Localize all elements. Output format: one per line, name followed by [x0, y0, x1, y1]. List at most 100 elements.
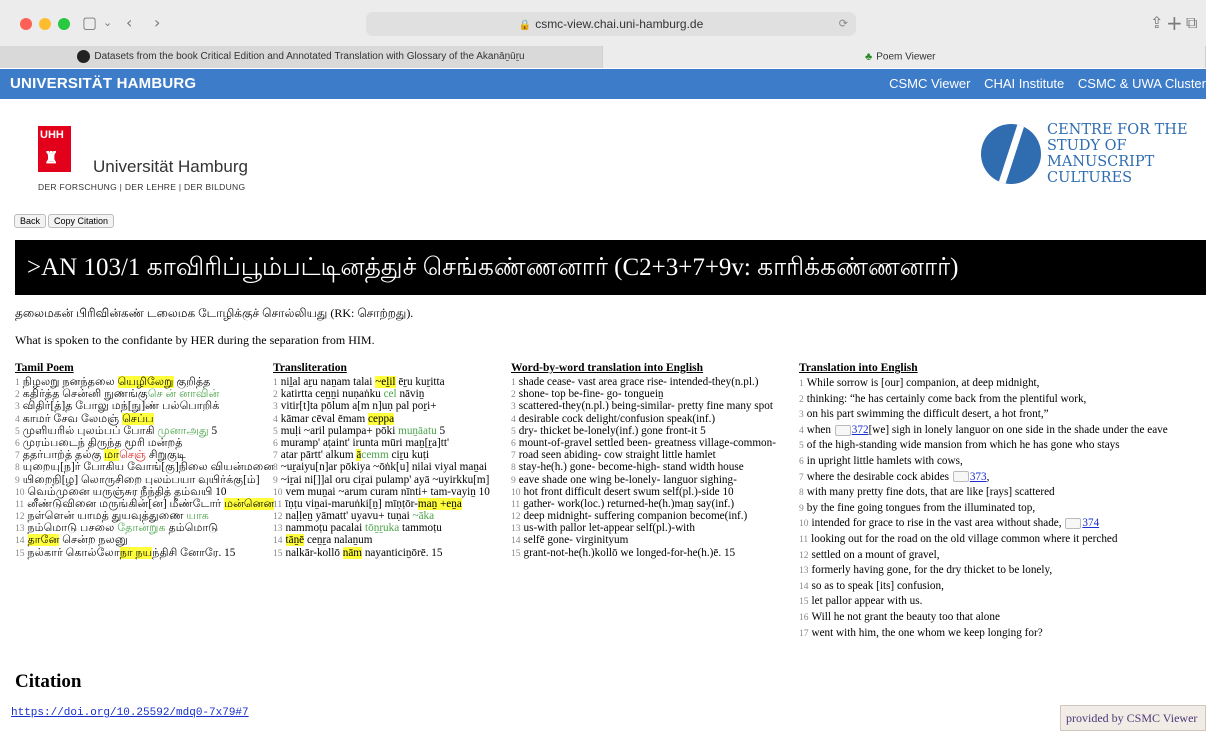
new-tab-icon[interactable]: +: [1166, 11, 1183, 35]
variant-word[interactable]: cemm: [361, 449, 388, 461]
brand-title[interactable]: UNIVERSITÄT HAMBURG: [10, 75, 196, 92]
highlighted-word[interactable]: மா: [104, 449, 120, 462]
line-number: 12: [273, 512, 283, 523]
variant-word[interactable]: செ ன் னாவின்: [148, 388, 220, 400]
translit-line: 7 atar pārtt' alkum ācemm ciṟu kuṭi: [273, 449, 513, 462]
line-number: 2: [799, 394, 804, 405]
copy-citation-button[interactable]: Copy Citation: [48, 214, 115, 228]
highlighted-word[interactable]: maṉ +eṉa: [417, 497, 462, 510]
line-text: dry- thicket be-lonely(inf.) gone front-…: [518, 424, 706, 437]
highlighted-word[interactable]: ceppa: [368, 412, 395, 425]
variant-word[interactable]: cel: [384, 388, 397, 400]
address-bar[interactable]: 🔒 csmc-view.chai.uni-hamburg.de ⟳: [366, 12, 856, 36]
tamil-column: Tamil Poem 1 நிழலறு நனந்தலை யெழிலேறு குறி…: [15, 362, 280, 559]
close-window-button[interactable]: [20, 18, 32, 30]
line-text: nāviṉ: [396, 388, 425, 401]
line-text: muḷi ~aril pulampa+ pōki: [280, 424, 399, 437]
note-link[interactable]: 372: [852, 424, 869, 436]
variant-word-red[interactable]: செஞ்: [119, 449, 146, 461]
line-text: காமர் சேவ லேமஞ்: [22, 412, 123, 425]
tab-overview-icon[interactable]: ⧉: [1186, 11, 1197, 35]
sidebar-icon[interactable]: ▢: [82, 11, 97, 35]
share-icon[interactable]: ⇪: [1150, 11, 1163, 35]
line-number: 12: [511, 512, 521, 523]
translit-line: 15 nalkār-kollō nām nayanticiṉōrē. 15: [273, 546, 513, 559]
highlighted-word[interactable]: செப்ப: [122, 412, 154, 425]
line-number: 12: [799, 550, 809, 561]
tamil-line: 15 நல்கார் கொல்லோநா நயந்திசி னோரே. 15: [15, 546, 280, 559]
reload-icon[interactable]: ⟳: [839, 12, 848, 36]
line-text: ceṉṟa nalaṉum: [304, 534, 373, 547]
wbw-lines: 1 shade cease- vast area grace rise- inte…: [511, 376, 801, 559]
wbw-line: 11 gather- work(loc.) returned-he(h.)maṉ …: [511, 498, 801, 510]
variant-word[interactable]: யாக: [186, 510, 209, 522]
doi-link[interactable]: https://doi.org/10.25592/mdq0-7x79#7: [11, 707, 249, 719]
wbw-line: 5 dry- thicket be-lonely(inf.) gone front…: [511, 425, 801, 437]
highlighted-word[interactable]: nām: [342, 546, 363, 559]
note-icon[interactable]: [952, 471, 969, 483]
highlighted-word[interactable]: யெழிலேறு: [117, 376, 174, 388]
variant-word[interactable]: தோன்றுக: [117, 522, 165, 534]
wbw-line: 3 scattered-they(n.pl.) being-similar- pr…: [511, 400, 801, 412]
line-text: வெம்முனை யருஞ்சுர நீந்தித் தம்வயி 10: [27, 485, 227, 498]
wbw-line: 14 selfē gone- virginityum: [511, 534, 801, 546]
uhh-logo[interactable]: UHH ♜ Universität Hamburg DER FORSCHUNG |…: [38, 126, 248, 192]
note-link[interactable]: 374: [1082, 517, 1099, 529]
line-text: formerly having gone, for the dry thicke…: [811, 564, 1053, 577]
line-text: intended for grace to rise in the vast a…: [811, 517, 1065, 530]
lock-icon: 🔒: [518, 20, 532, 31]
note-icon[interactable]: [834, 424, 851, 436]
line-text: us-with pallor let-appear self(pl.)-with: [523, 522, 695, 535]
translit-line: 10 vem muṉai ~arum curam nīnti+ tam-vayiṉ…: [273, 486, 513, 498]
line-number: 3: [511, 402, 516, 413]
note-link[interactable]: 373: [970, 471, 987, 483]
line-number: 14: [273, 536, 283, 547]
tab-poem-viewer[interactable]: ♣ Poem Viewer: [603, 46, 1206, 68]
nav-chai-institute[interactable]: CHAI Institute: [984, 76, 1064, 91]
highlighted-word[interactable]: ~eḻil: [375, 376, 396, 388]
line-text: சென்ற நலனு: [59, 534, 128, 547]
minimize-window-button[interactable]: [39, 18, 51, 30]
uhh-mark: UHH ♜: [38, 126, 71, 172]
line-number: 5: [799, 441, 804, 452]
line-text: [we] sigh in lonely languor on one side …: [868, 423, 1168, 436]
wbw-line: 4 desirable cock delight/confusion speak(…: [511, 413, 801, 425]
translation-line: 9 by the fine going tongues from the illu…: [799, 501, 1206, 517]
chevron-down-icon[interactable]: ⌄: [103, 11, 112, 35]
tamil-line: 7 ததர்பாற்த் தல்கு மாசெஞ் சிறுகுடி: [15, 449, 280, 462]
nav-csmc-viewer[interactable]: CSMC Viewer: [889, 76, 970, 91]
provided-by-badge[interactable]: provided by CSMC Viewer: [1060, 705, 1206, 731]
line-text: 5: [436, 424, 446, 437]
line-number: 13: [511, 524, 521, 535]
forward-arrow-icon[interactable]: ›: [154, 11, 160, 35]
csmc-line: STUDY OF: [1047, 138, 1127, 154]
url-text: csmc-view.chai.uni-hamburg.de: [535, 17, 704, 31]
translit-line: 12 naḷḷeṉ yāmatt' uyavu+ tuṇai ~āka: [273, 510, 513, 522]
translation-line: 15 let pallor appear with us.: [799, 594, 1206, 610]
tab-datasets[interactable]: Datasets from the book Critical Edition …: [0, 46, 603, 68]
line-number: 15: [511, 548, 521, 559]
back-button[interactable]: Back: [14, 214, 47, 228]
variant-word[interactable]: முனாஅது: [157, 425, 208, 437]
line-text: scattered-they(n.pl.) being-similar- pre…: [518, 400, 773, 413]
highlighted-word[interactable]: நா நய: [119, 546, 153, 559]
translit-line: 8 ~uṟaiyu[n]ar pōkiya ~ōṅk[u] nilai viyal…: [273, 461, 513, 473]
nav-csmc-uwa-cluster[interactable]: CSMC & UWA Cluster: [1078, 76, 1206, 91]
variant-word[interactable]: muṉāatu: [398, 425, 437, 437]
variant-word[interactable]: tōṉṟuka: [365, 522, 399, 534]
highlighted-word[interactable]: tāṉē: [285, 534, 305, 547]
line-number: 16: [799, 612, 809, 623]
line-number: 5: [15, 426, 20, 437]
line-text: looking out for the road on the old vill…: [811, 532, 1118, 545]
highlighted-word[interactable]: தானே: [27, 534, 60, 547]
zoom-window-button[interactable]: [58, 18, 70, 30]
line-text: விதிர்[த்]த போலு மந்[நு]ண் பல்பொறிக்: [22, 400, 220, 413]
highlighted-word[interactable]: மன்னென: [224, 497, 275, 510]
line-number: 8: [15, 463, 20, 474]
line-number: 2: [511, 390, 516, 401]
line-text: யுறையு[ந]ர் போகிய வோங்[கு]நிலை வியன்மனை: [22, 461, 275, 474]
line-text: ciṟu kuṭi: [388, 449, 430, 462]
variant-word[interactable]: ~āka: [413, 510, 435, 522]
back-arrow-icon[interactable]: ‹: [126, 11, 132, 35]
note-icon[interactable]: [1065, 518, 1082, 530]
